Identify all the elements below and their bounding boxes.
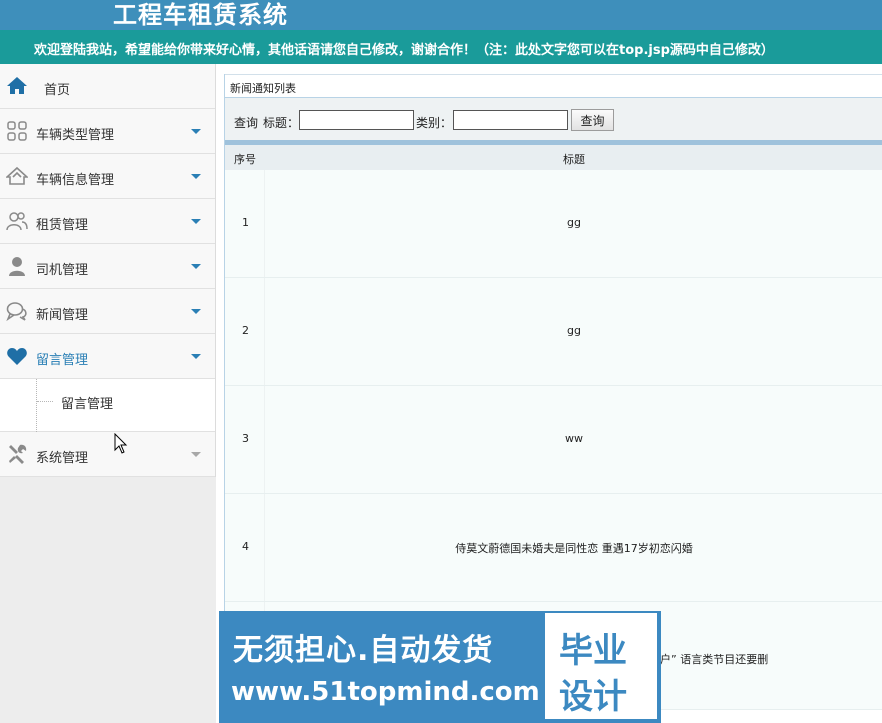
tree-line [36,379,37,432]
watermark-banner: 无须担心.自动发货 www.51topmind.com 毕业 设计 [219,611,661,723]
row-title[interactable]: ww [265,432,882,445]
title-search-input[interactable] [299,110,414,130]
heart-icon [6,345,28,367]
watermark-url: www.51topmind.com [231,677,540,707]
submenu-message: 留言管理 [0,379,215,432]
category-label: 类别： [416,116,453,130]
search-prefix: 查询 [234,116,259,130]
sidebar-item-label: 留言管理 [36,353,89,368]
sidebar-item-label: 司机管理 [36,263,89,278]
wrench-icon [6,443,28,465]
column-header-no: 序号 [234,153,256,166]
sidebar-item-home[interactable]: 首页 [0,64,215,109]
user-icon [6,255,28,277]
sidebar-item-system[interactable]: 系统管理 [0,432,215,477]
badge-text: 毕业 [559,631,627,671]
sidebar-item-vehicle-info[interactable]: 车辆信息管理 [0,154,215,199]
sidebar-nav: 首页 车辆类型管理 车辆信息管理 租赁管理 司机管理 新闻管理 留言管理 留言管… [0,64,216,477]
welcome-bar: 欢迎登陆我站，希望能给你带来好心情，其他话语请您自己修改，谢谢合作！（注：此处文… [0,30,882,64]
row-no: 1 [242,216,249,229]
house-icon [4,165,30,187]
tree-branch [37,401,53,402]
sidebar-item-rental[interactable]: 租赁管理 [0,199,215,244]
top-header: 工程车租赁系统 [0,0,882,30]
search-button[interactable]: 查询 [571,109,614,131]
chevron-down-icon[interactable] [191,174,201,179]
chevron-down-icon[interactable] [191,219,201,224]
sidebar-item-label: 新闻管理 [36,308,89,323]
row-title[interactable]: gg [265,324,882,337]
chevron-down-icon[interactable] [191,452,201,457]
chevron-down-icon[interactable] [191,309,201,314]
row-no-cell: 2 [225,278,265,385]
table-header: 序号 标题 [225,145,882,170]
panel-title-bar: 新闻通知列表 [225,74,882,98]
sidebar-item-news[interactable]: 新闻管理 [0,289,215,334]
row-no: 2 [242,324,249,337]
table-row[interactable]: 1 gg [225,170,882,278]
watermark-badge: 毕业 设计 [545,613,657,719]
chevron-down-icon[interactable] [191,354,201,359]
comments-icon [6,300,28,322]
table-row[interactable]: 2 gg [225,278,882,386]
row-title[interactable]: 侍莫文蔚德国未婚夫是同性恋 重遇17岁初恋闪婚 [265,540,882,556]
submenu-item-message[interactable]: 留言管理 [61,393,113,412]
panel-title: 新闻通知列表 [230,82,296,95]
sidebar-item-label: 系统管理 [36,451,89,466]
title-label: 标题： [263,116,300,130]
category-search-input[interactable] [453,110,568,130]
watermark-text: 无须担心.自动发货 [233,633,494,668]
home-icon [6,75,28,97]
chevron-down-icon[interactable] [191,264,201,269]
row-no: 3 [242,432,249,445]
grid-icon [6,120,28,142]
row-title[interactable]: gg [265,216,882,229]
table-row[interactable]: 4 侍莫文蔚德国未婚夫是同性恋 重遇17岁初恋闪婚 [225,494,882,602]
chevron-down-icon[interactable] [191,129,201,134]
sidebar-item-driver[interactable]: 司机管理 [0,244,215,289]
badge-text: 设计 [559,677,627,717]
row-no-cell: 1 [225,170,265,277]
table-row[interactable]: 3 ww [225,386,882,494]
partial-row-title: 户” 语言类节目还要删 [660,653,769,666]
sidebar-item-vehicle-type[interactable]: 车辆类型管理 [0,109,215,154]
sidebar-item-message[interactable]: 留言管理 [0,334,215,379]
sidebar-item-label: 车辆类型管理 [36,128,115,143]
users-icon [6,210,28,232]
row-no: 4 [242,540,249,553]
welcome-text: 欢迎登陆我站，希望能给你带来好心情，其他话语请您自己修改，谢谢合作！（注：此处文… [34,43,774,58]
sidebar-item-label: 租赁管理 [36,218,89,233]
search-bar: 查询 标题： 类别： 查询 [225,98,882,140]
sidebar-item-label: 首页 [44,83,71,98]
app-title: 工程车租赁系统 [113,0,288,29]
sidebar: 首页 车辆类型管理 车辆信息管理 租赁管理 司机管理 新闻管理 留言管理 留言管… [0,64,216,723]
column-header-title: 标题 [563,153,585,166]
sidebar-item-label: 车辆信息管理 [36,173,115,188]
row-no-cell: 3 [225,386,265,493]
row-no-cell: 4 [225,494,265,601]
mouse-cursor-icon [114,433,128,454]
